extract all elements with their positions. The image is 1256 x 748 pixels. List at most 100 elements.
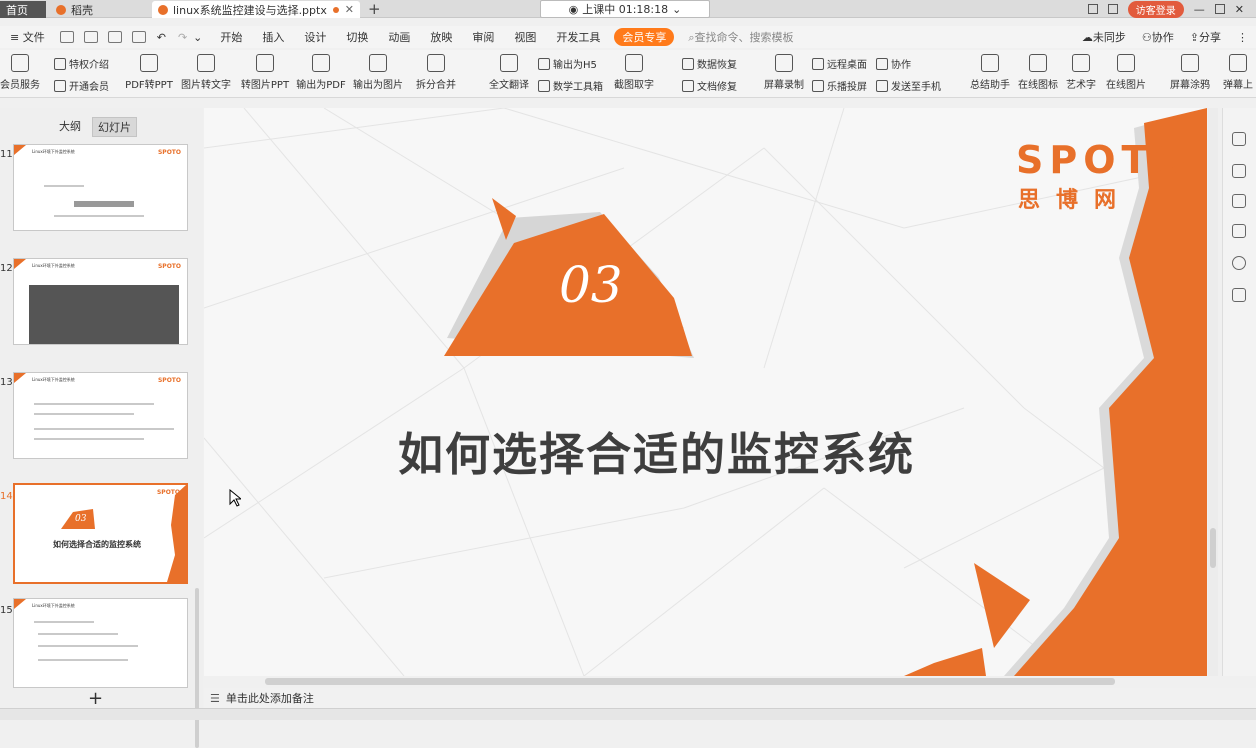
cast-icon <box>812 79 824 92</box>
save-icon[interactable] <box>59 31 74 43</box>
math-tools-button[interactable]: 数学工具箱 <box>538 78 603 93</box>
notes-bar[interactable]: ☰ 单击此处添加备注 <box>204 688 1256 708</box>
vip-service-button[interactable]: 会员服务 <box>0 54 46 91</box>
slide-thumbnail[interactable]: Linux环境下外监控系统 SPOTO <box>13 144 188 231</box>
art-text-button[interactable]: 艺术字 <box>1062 54 1100 91</box>
repair-icon <box>682 79 694 92</box>
minimize-icon[interactable]: — <box>1194 3 1205 16</box>
screen-record-label: 屏幕录制 <box>764 80 804 91</box>
export-image-button[interactable]: 输出为图片 <box>350 54 406 91</box>
menu-design[interactable]: 设计 <box>294 29 336 45</box>
slide-thumbnail-selected[interactable]: 03 SPOTO 如何选择合适的监控系统 <box>13 483 188 584</box>
undo-icon[interactable]: ↶ <box>157 31 166 44</box>
print-icon[interactable] <box>107 31 122 43</box>
thumb-number: 14 <box>0 491 13 502</box>
danmu-button[interactable]: 弹幕上 <box>1220 54 1256 91</box>
export-icon[interactable] <box>131 31 146 43</box>
slide-canvas[interactable]: SPOTO 思博网 03 如何选择合适的监控系统 <box>204 108 1207 676</box>
window-controls: 访客登录 — ✕ <box>1087 0 1256 18</box>
horizontal-scrollbar[interactable] <box>265 678 1115 685</box>
export-pdf-button[interactable]: 输出为PDF <box>294 54 348 91</box>
login-button[interactable]: 访客登录 <box>1127 0 1184 18</box>
tab-daoke[interactable]: 稻壳 <box>50 1 146 18</box>
share-panel-icon[interactable] <box>1232 288 1246 302</box>
sync-button[interactable]: ☁未同步 <box>1082 29 1126 45</box>
screenshot-text-button[interactable]: 截图取字 <box>608 54 660 91</box>
menu-vip[interactable]: 会员专享 <box>614 28 675 46</box>
close-tab-icon[interactable]: ✕ <box>345 3 354 16</box>
share-button[interactable]: ⇪分享 <box>1190 29 1221 45</box>
menu-review[interactable]: 审阅 <box>462 29 504 45</box>
open-vip-label: 开通会员 <box>69 82 109 93</box>
menu-developer[interactable]: 开发工具 <box>546 29 610 45</box>
data-recover-button[interactable]: 数据恢复 <box>682 56 737 71</box>
thumb-number: 11 <box>0 149 13 160</box>
chevron-down-icon[interactable]: ⌄ <box>193 31 202 44</box>
cast-button[interactable]: 乐播投屏 <box>812 78 867 93</box>
menu-slideshow[interactable]: 放映 <box>420 29 462 45</box>
image-to-text-button[interactable]: 图片转文字 <box>178 54 234 91</box>
notes-placeholder[interactable]: 单击此处添加备注 <box>226 690 314 706</box>
select-icon[interactable] <box>1232 164 1246 178</box>
tab-document[interactable]: linux系统监控建设与选择.pptx ✕ <box>152 1 360 18</box>
new-tab-button[interactable]: + <box>368 0 381 18</box>
collab-tool-button[interactable]: 协作 <box>876 56 911 71</box>
command-search[interactable]: ⌕查找命令、搜索模板 <box>678 29 803 45</box>
copy-icon[interactable] <box>1232 224 1246 238</box>
file-menu[interactable]: ≡ 文件 <box>0 29 55 45</box>
brush-button[interactable]: 屏幕涂鸦 <box>1166 54 1214 91</box>
panel-scrollbar[interactable] <box>195 588 199 748</box>
remote-desk-label: 远程桌面 <box>827 60 867 71</box>
online-icon-button[interactable]: 在线图标 <box>1014 54 1062 91</box>
online-image-button[interactable]: 在线图片 <box>1102 54 1150 91</box>
image-ppt-button[interactable]: 转图片PPT <box>238 54 292 91</box>
add-slide-button[interactable]: + <box>88 688 103 709</box>
pdf-to-ppt-button[interactable]: PDF转PPT <box>122 54 176 91</box>
tab-outline[interactable]: 大纲 <box>54 117 86 137</box>
tab-bar: 首页 稻壳 linux系统监控建设与选择.pptx ✕ + ◉ 上课中 01:18:… <box>0 0 1256 18</box>
send-phone-button[interactable]: 发送至手机 <box>876 78 941 93</box>
collab-button[interactable]: ⚇协作 <box>1142 29 1174 45</box>
screen-record-button[interactable]: 屏幕录制 <box>760 54 808 91</box>
menu-animation[interactable]: 动画 <box>378 29 420 45</box>
close-window-icon[interactable]: ✕ <box>1235 3 1244 16</box>
vertical-scrollbar[interactable] <box>1208 108 1218 676</box>
more-icon[interactable]: ⋮ <box>1237 31 1248 44</box>
image-text-icon <box>197 54 215 72</box>
lesson-timer[interactable]: ◉ 上课中 01:18:18 ⌄ <box>540 0 710 18</box>
maximize-icon[interactable] <box>1214 4 1225 14</box>
tab-home-label: 首页 <box>6 3 28 17</box>
privilege-button[interactable]: 特权介绍 <box>54 56 109 71</box>
redo-icon[interactable]: ↷ <box>178 31 187 44</box>
layout-icon[interactable] <box>1087 4 1098 14</box>
menu-insert[interactable]: 插入 <box>252 29 294 45</box>
thumb-logo: SPOTO <box>157 263 181 270</box>
help-icon[interactable] <box>1232 256 1246 270</box>
menu-transition[interactable]: 切换 <box>336 29 378 45</box>
slide-thumbnail[interactable]: Linux环境下外监控系统 SPOTO <box>13 258 188 345</box>
open-vip-button[interactable]: 开通会员 <box>54 78 109 93</box>
doc-repair-button[interactable]: 文档修复 <box>682 78 737 93</box>
thumb-line <box>38 633 118 635</box>
settings-icon[interactable] <box>1232 132 1246 146</box>
thumb-badge: 03 <box>75 514 87 524</box>
menu-start[interactable]: 开始 <box>210 29 252 45</box>
summary-button[interactable]: 总结助手 <box>966 54 1014 91</box>
grid-icon[interactable] <box>1107 4 1118 14</box>
split-merge-button[interactable]: 拆分合并 <box>410 54 462 91</box>
tab-home[interactable]: 首页 <box>0 1 46 18</box>
slide-thumbnail[interactable]: Linux环境下外监控系统 SPOTO <box>13 372 188 459</box>
star-icon[interactable] <box>1232 194 1246 208</box>
slide-title[interactable]: 如何选择合适的监控系统 <box>398 418 998 483</box>
tab-slides[interactable]: 幻灯片 <box>92 117 137 137</box>
menu-view[interactable]: 视图 <box>504 29 546 45</box>
export-h5-button[interactable]: 输出为H5 <box>538 56 597 71</box>
image-icon <box>369 54 387 72</box>
scroll-thumb[interactable] <box>1210 528 1216 568</box>
thumb-line <box>34 438 144 440</box>
print-preview-icon[interactable] <box>83 31 98 43</box>
pdf-icon <box>312 54 330 72</box>
translate-button[interactable]: 全文翻译 <box>484 54 534 91</box>
remote-desk-button[interactable]: 远程桌面 <box>812 56 867 71</box>
slide-thumbnail[interactable]: Linux环境下外监控系统 <box>13 598 188 688</box>
